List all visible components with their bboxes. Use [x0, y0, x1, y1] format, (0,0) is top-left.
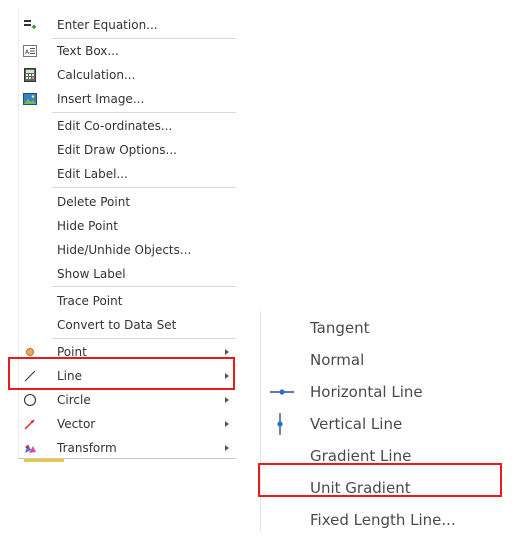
menu-item-label: Hide/Unhide Objects...	[57, 243, 192, 257]
line-submenu: Tangent Normal Horizontal Line Vertical …	[260, 311, 520, 532]
menu-item-label: Convert to Data Set	[57, 318, 177, 332]
menu-item-insert-image[interactable]: Insert Image...	[18, 87, 236, 111]
menu-item-trace-point[interactable]: Trace Point	[18, 289, 236, 313]
equation-plus-icon	[24, 20, 36, 29]
submenu-item-label: Fixed Length Line...	[310, 511, 456, 529]
transform-icon	[25, 444, 36, 453]
menu-item-label: Circle	[57, 393, 91, 407]
submenu-item-label: Vertical Line	[310, 415, 403, 433]
menu-item-show-label[interactable]: Show Label	[18, 262, 236, 286]
submenu-item-normal[interactable]: Normal	[260, 344, 520, 376]
vector-icon	[24, 419, 35, 430]
highlight-box-unit-gradient	[258, 463, 502, 497]
menu-item-calculation[interactable]: Calculation...	[18, 63, 236, 87]
menu-item-label: Edit Label...	[57, 167, 128, 181]
horizontal-line-icon	[270, 389, 294, 395]
menu-item-delete-point[interactable]: Delete Point	[18, 190, 236, 214]
menu-item-edit-label[interactable]: Edit Label...	[18, 162, 236, 186]
submenu-item-label: Normal	[310, 351, 365, 369]
circle-icon	[23, 393, 37, 407]
image-icon	[23, 93, 37, 105]
menu-item-label: Insert Image...	[57, 92, 145, 106]
menu-item-vector[interactable]: Vector	[18, 412, 236, 436]
menu-item-circle[interactable]: Circle	[18, 388, 236, 412]
calculator-icon	[24, 68, 36, 82]
submenu-arrow-icon	[225, 421, 229, 427]
highlight-box-line	[8, 357, 235, 390]
menu-item-label: Vector	[57, 417, 96, 431]
menu-item-label: Edit Draw Options...	[57, 143, 177, 157]
menu-separator	[52, 187, 236, 188]
menu-item-hide-unhide-objects[interactable]: Hide/Unhide Objects...	[18, 238, 236, 262]
menu-item-label: Delete Point	[57, 195, 131, 209]
menu-item-enter-equation[interactable]: Enter Equation...	[18, 13, 236, 37]
submenu-item-fixed-length-line[interactable]: Fixed Length Line...	[260, 504, 520, 536]
vertical-line-icon	[277, 413, 283, 435]
menu-bottom-accent	[24, 459, 64, 462]
menu-item-label: Transform	[57, 441, 117, 455]
menu-separator	[52, 112, 236, 113]
menu-item-transform[interactable]: Transform	[18, 436, 236, 460]
submenu-item-label: Horizontal Line	[310, 383, 423, 401]
menu-separator	[52, 338, 236, 339]
menu-item-edit-coordinates[interactable]: Edit Co-ordinates...	[18, 114, 236, 138]
menu-item-hide-point[interactable]: Hide Point	[18, 214, 236, 238]
menu-item-label: Text Box...	[57, 44, 119, 58]
text-box-icon: A	[23, 45, 37, 57]
submenu-arrow-icon	[225, 397, 229, 403]
menu-item-text-box[interactable]: A Text Box...	[18, 39, 236, 63]
menu-item-label: Trace Point	[57, 294, 123, 308]
menu-separator	[52, 286, 236, 287]
submenu-item-horizontal-line[interactable]: Horizontal Line	[260, 376, 520, 408]
submenu-item-tangent[interactable]: Tangent	[260, 312, 520, 344]
submenu-arrow-icon	[225, 349, 229, 355]
menu-item-label: Edit Co-ordinates...	[57, 119, 173, 133]
menu-item-label: Hide Point	[57, 219, 118, 233]
menu-item-label: Show Label	[57, 267, 126, 281]
menu-item-edit-draw-options[interactable]: Edit Draw Options...	[18, 138, 236, 162]
submenu-item-vertical-line[interactable]: Vertical Line	[260, 408, 520, 440]
menu-item-label: Calculation...	[57, 68, 136, 82]
submenu-item-label: Tangent	[310, 319, 370, 337]
submenu-arrow-icon	[225, 445, 229, 451]
menu-item-label: Enter Equation...	[57, 18, 158, 32]
menu-item-convert-to-data-set[interactable]: Convert to Data Set	[18, 313, 236, 337]
